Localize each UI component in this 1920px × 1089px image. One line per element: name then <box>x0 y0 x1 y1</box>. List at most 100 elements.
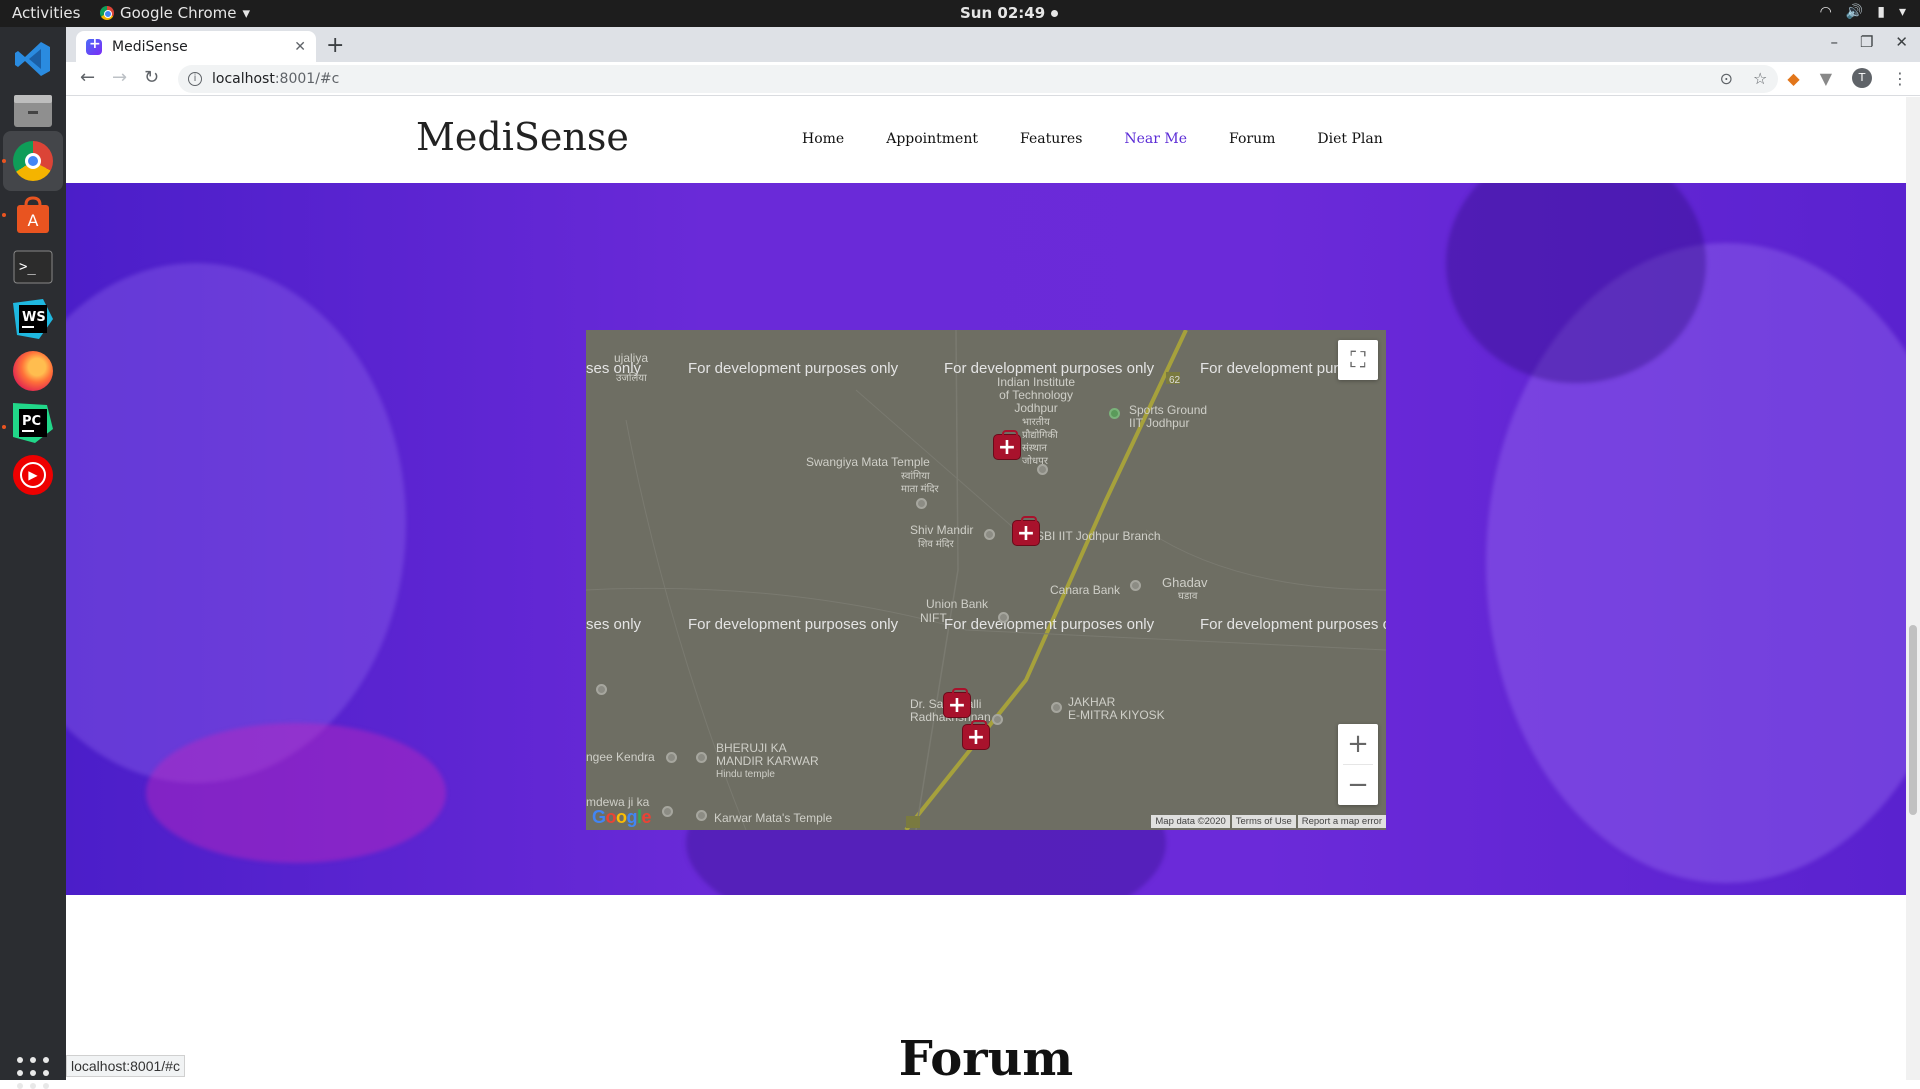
poi-ujaliya-hindi: उजलिया <box>616 373 647 384</box>
nav-forum[interactable]: Forum <box>1229 131 1275 147</box>
scrollbar-thumb[interactable] <box>1909 625 1917 815</box>
park-pin-icon[interactable] <box>1109 408 1120 419</box>
system-top-bar: Activities Google Chrome ▾ Sun 02:49 ◠ 🔊… <box>0 0 1920 27</box>
place-pin-icon[interactable] <box>1051 702 1062 713</box>
vscode-icon[interactable] <box>9 35 57 83</box>
temple-pin-icon[interactable] <box>696 752 707 763</box>
place-pin-icon[interactable] <box>662 806 673 817</box>
temple-pin-icon[interactable] <box>696 810 707 821</box>
near-me-section: 62 ses only For development purposes onl… <box>66 183 1906 895</box>
poi-anganwadi: ngee Kendra <box>586 750 655 764</box>
poi-jakhar-emitra[interactable]: JAKHAR E-MITRA KIYOSK <box>1068 696 1165 722</box>
system-tray[interactable]: ◠ 🔊 ▮ ▾ <box>1820 4 1906 20</box>
hospital-marker-icon[interactable]: + <box>943 688 971 718</box>
nav-diet-plan[interactable]: Diet Plan <box>1317 131 1382 147</box>
google-logo[interactable]: Google <box>592 807 652 828</box>
reload-icon[interactable]: ↻ <box>144 67 159 88</box>
hospital-marker-icon[interactable]: + <box>962 720 990 750</box>
volume-icon[interactable]: 🔊 <box>1846 4 1863 20</box>
site-nav: Home Appointment Features Near Me Forum … <box>802 131 1383 147</box>
window-controls: – ❐ ✕ <box>1830 33 1908 51</box>
nav-home[interactable]: Home <box>802 131 844 147</box>
place-pin-icon[interactable] <box>992 714 1003 725</box>
chevron-down-icon: ▾ <box>242 4 251 22</box>
profile-avatar[interactable]: T <box>1852 68 1872 88</box>
hospital-marker-icon[interactable]: + <box>1012 516 1040 546</box>
poi-ghadav-hindi: घडाव <box>1178 591 1198 602</box>
fullscreen-icon: ⛶ <box>1350 347 1366 373</box>
battery-icon[interactable]: ▮ <box>1877 4 1885 20</box>
metamask-extension-icon[interactable]: ◆ <box>1787 69 1799 88</box>
poi-bheruji-mandir[interactable]: BHERUJI KA MANDIR KARWAR <box>716 742 819 768</box>
wifi-icon[interactable]: ◠ <box>1820 4 1832 20</box>
software-center-icon[interactable]: A <box>9 191 57 239</box>
notification-dot-icon <box>1051 9 1059 17</box>
terms-of-use-link[interactable]: Terms of Use <box>1231 815 1296 828</box>
poi-iit-jodhpur[interactable]: Indian Institute of Technology Jodhpur <box>997 376 1075 415</box>
back-arrow-icon[interactable]: ← <box>80 67 95 88</box>
poi-karwar-mata-temple[interactable]: Karwar Mata's Temple <box>714 812 832 825</box>
close-tab-icon[interactable]: ✕ <box>294 39 306 55</box>
bank-pin-icon[interactable] <box>998 612 1009 623</box>
minimize-icon[interactable]: – <box>1830 33 1838 51</box>
location-icon[interactable]: ⊙ <box>1720 69 1733 88</box>
forum-heading: Forum <box>898 1031 1074 1080</box>
clock[interactable]: Sun 02:49 <box>960 4 1059 22</box>
activities-button[interactable]: Activities <box>12 4 80 22</box>
nav-features[interactable]: Features <box>1020 131 1082 147</box>
map-fullscreen-button[interactable]: ⛶ <box>1338 340 1378 380</box>
place-pin-icon[interactable] <box>596 684 607 695</box>
poi-ghadav: Ghadav <box>1162 575 1208 590</box>
zoom-in-button[interactable]: + <box>1338 724 1378 764</box>
place-pin-icon[interactable] <box>984 529 995 540</box>
bank-pin-icon[interactable] <box>1130 580 1141 591</box>
terminal-icon[interactable]: >_ <box>9 243 57 291</box>
poi-shiv-mandir[interactable]: Shiv Mandir <box>910 524 973 537</box>
address-bar[interactable]: i localhost:8001/#c <box>178 65 1778 93</box>
nav-appointment[interactable]: Appointment <box>886 131 978 147</box>
place-pin-icon[interactable] <box>916 498 927 509</box>
site-info-icon[interactable]: i <box>188 72 202 86</box>
poi-bheruji-subtitle: Hindu temple <box>716 769 775 780</box>
forward-arrow-icon[interactable]: → <box>112 67 127 88</box>
bookmark-star-icon[interactable]: ☆ <box>1753 69 1767 88</box>
report-map-error-link[interactable]: Report a map error <box>1297 815 1386 828</box>
place-pin-icon[interactable] <box>1037 464 1048 475</box>
app-menu-label: Google Chrome <box>120 4 237 22</box>
place-pin-icon[interactable] <box>666 752 677 763</box>
tab-medisense[interactable]: MediSense ✕ <box>76 31 316 62</box>
pycharm-icon[interactable]: PC <box>9 399 57 447</box>
firefox-icon[interactable] <box>9 347 57 395</box>
new-tab-button[interactable]: + <box>326 33 344 58</box>
youtube-music-icon[interactable]: ▶ <box>9 451 57 499</box>
page-viewport: MediSense Home Appointment Features Near… <box>66 97 1906 1080</box>
poi-sports-ground[interactable]: Sports Ground IIT Jodhpur <box>1129 404 1207 430</box>
poi-sbi-branch[interactable]: SBI IIT Jodhpur Branch <box>1036 530 1161 543</box>
poi-swangiya-temple[interactable]: Swangiya Mata Temple <box>806 456 930 469</box>
poi-canara-bank[interactable]: Canara Bank <box>1050 584 1120 597</box>
files-icon[interactable] <box>9 87 57 135</box>
page-scrollbar[interactable] <box>1906 97 1920 1080</box>
vuejs-devtools-icon[interactable]: ▼ <box>1820 69 1832 88</box>
tab-title: MediSense <box>112 38 188 55</box>
chrome-icon[interactable] <box>3 131 63 191</box>
svg-text:A: A <box>28 211 39 230</box>
webstorm-icon[interactable]: WS <box>9 295 57 343</box>
power-menu-chevron-icon[interactable]: ▾ <box>1899 4 1906 20</box>
site-header: MediSense Home Appointment Features Near… <box>66 97 1906 183</box>
apps-grid-icon[interactable] <box>17 1057 49 1089</box>
clock-label: Sun 02:49 <box>960 4 1046 22</box>
restore-icon[interactable]: ❐ <box>1860 33 1873 51</box>
nav-near-me[interactable]: Near Me <box>1124 131 1187 147</box>
zoom-out-button[interactable]: − <box>1338 765 1378 805</box>
site-brand[interactable]: MediSense <box>416 115 629 159</box>
chrome-menu-icon[interactable]: ⋮ <box>1892 69 1908 88</box>
hospital-marker-icon[interactable]: + <box>993 430 1021 460</box>
poi-nift[interactable]: NIFT <box>920 612 947 625</box>
chrome-icon <box>100 6 114 20</box>
app-menu[interactable]: Google Chrome ▾ <box>100 4 250 22</box>
google-map[interactable]: 62 ses only For development purposes onl… <box>586 330 1386 830</box>
close-window-icon[interactable]: ✕ <box>1895 33 1908 51</box>
poi-union-bank[interactable]: Union Bank <box>926 598 988 611</box>
dev-watermark: ses only <box>586 616 642 633</box>
